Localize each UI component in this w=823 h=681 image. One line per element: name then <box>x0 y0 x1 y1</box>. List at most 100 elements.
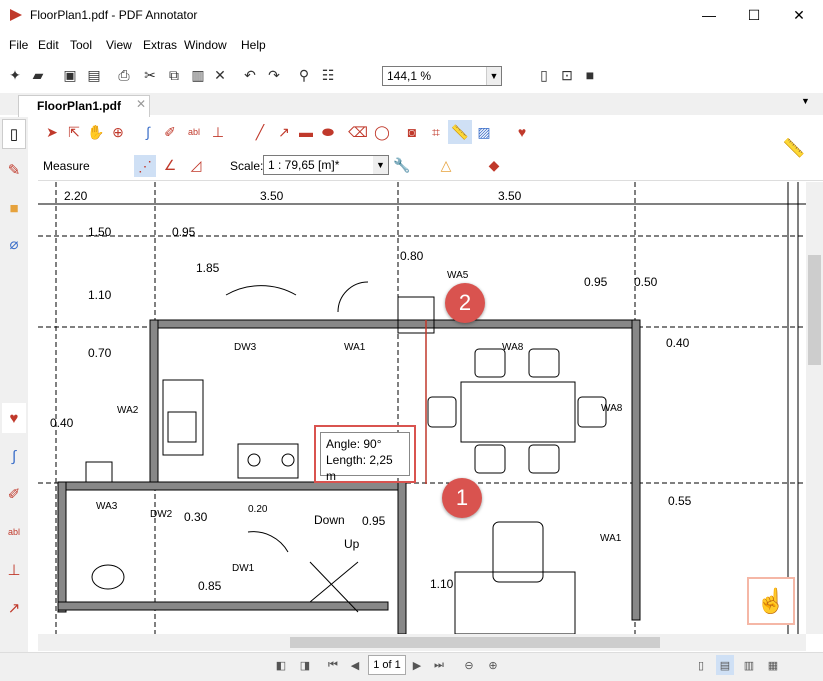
fit-page-icon[interactable]: ⊡ <box>557 65 577 85</box>
scale-dropdown-icon[interactable]: ▼ <box>373 156 388 174</box>
close-button[interactable]: ✕ <box>776 0 822 30</box>
first-page-icon[interactable]: ⏮ <box>324 655 342 675</box>
dim-label: 1.10 <box>88 288 112 302</box>
pin-icon[interactable]: ✎ <box>2 155 26 185</box>
plan-tag: DW1 <box>232 563 255 574</box>
tag-icon[interactable]: ◆ <box>484 155 504 175</box>
dim-label: 0.50 <box>634 275 658 289</box>
measure-line-icon[interactable]: ⋰ <box>134 155 156 177</box>
undo-icon[interactable]: ↶ <box>240 65 260 85</box>
minimize-button[interactable]: — <box>686 0 732 30</box>
continuous-view-icon[interactable]: ▤ <box>716 655 734 675</box>
dim-label: 0.70 <box>88 346 112 360</box>
dim-label: 0.20 <box>248 504 268 515</box>
maximize-button[interactable]: ☐ <box>731 0 777 30</box>
pen-icon[interactable]: ∫ <box>2 441 26 471</box>
save-as-icon[interactable]: ▤ <box>84 65 104 85</box>
ellipse-tool-icon[interactable]: ⬬ <box>318 122 338 142</box>
favorites-tool-icon[interactable]: ♥ <box>512 122 532 142</box>
two-page-view-icon[interactable]: ▥ <box>740 655 758 675</box>
vertical-scroll-thumb[interactable] <box>808 255 821 365</box>
eraser-icon[interactable]: ⌫ <box>348 122 368 142</box>
delete-icon[interactable]: ✕ <box>210 65 230 85</box>
vertical-scrollbar[interactable] <box>806 182 823 634</box>
rectangle-tool-icon[interactable]: ▬ <box>296 122 316 142</box>
text-tool-icon[interactable]: abl <box>184 122 204 142</box>
tab-close-icon[interactable]: ✕ <box>136 97 146 111</box>
stamp-icon[interactable]: ⊥ <box>2 555 26 585</box>
save-icon[interactable]: ▣ <box>60 65 80 85</box>
arrow-icon[interactable]: ↗ <box>2 593 26 623</box>
document-tab[interactable]: FloorPlan1.pdf <box>18 95 150 117</box>
find-icon[interactable]: ⚲ <box>294 65 314 85</box>
select-arrow-icon[interactable]: ➤ <box>42 122 62 142</box>
next-page-icon[interactable]: ▶ <box>408 655 426 675</box>
fullscreen-icon[interactable]: ■ <box>580 65 600 85</box>
arrow-tool-icon[interactable]: ↗ <box>274 122 294 142</box>
menu-tool[interactable]: Tool <box>70 38 92 52</box>
last-page-icon[interactable]: ⏭ <box>430 655 448 675</box>
dim-label: 0.30 <box>184 510 208 524</box>
ruler-tool-icon[interactable]: 📏 <box>448 120 472 144</box>
menu-edit[interactable]: Edit <box>38 38 59 52</box>
measure-angle-icon[interactable]: ∠ <box>160 155 180 175</box>
document-canvas[interactable]: 2.20 3.50 3.50 1.50 0.95 1.85 0.80 0.95 … <box>38 182 806 634</box>
next-view-icon[interactable]: ◨ <box>296 655 314 675</box>
attachment-icon[interactable]: ⌀ <box>2 229 26 259</box>
measure-area-icon[interactable]: ◿ <box>186 155 206 175</box>
dim-label: 0.95 <box>362 514 386 528</box>
line-tool-icon[interactable]: ╱ <box>250 122 270 142</box>
grid-view-icon[interactable]: ▦ <box>764 655 782 675</box>
text-box-icon[interactable]: abl <box>2 517 26 547</box>
dim-label: 1.85 <box>196 261 220 275</box>
lasso-icon[interactable]: ◯ <box>372 122 392 142</box>
horizontal-scroll-thumb[interactable] <box>290 637 660 648</box>
note-icon[interactable]: ■ <box>2 193 26 223</box>
settings-wrench-icon[interactable]: 🔧 <box>392 155 412 175</box>
menu-extras[interactable]: Extras <box>143 38 177 52</box>
dim-label: 0.80 <box>400 249 424 263</box>
insert-image-icon[interactable]: ▨ <box>474 122 494 142</box>
back-icon[interactable]: ⊖ <box>460 655 478 675</box>
cut-icon[interactable]: ✂ <box>140 65 160 85</box>
tab-menu-icon[interactable]: ▼ <box>801 96 810 106</box>
favorites-icon[interactable]: ♥ <box>2 403 26 433</box>
pen-tool-icon[interactable]: ∫ <box>138 122 158 142</box>
prev-page-icon[interactable]: ◀ <box>346 655 364 675</box>
zoom-input[interactable]: 144,1 % <box>382 66 502 86</box>
open-folder-icon[interactable]: ▰ <box>28 65 48 85</box>
menu-window[interactable]: Window <box>184 38 227 52</box>
copy-icon[interactable]: ⧉ <box>164 65 184 85</box>
highlighter-tool-icon[interactable]: ✐ <box>160 122 180 142</box>
print-icon[interactable]: ⎙ <box>114 65 134 85</box>
plan-text: Up <box>344 537 360 551</box>
menu-view[interactable]: View <box>106 38 132 52</box>
calibrate-icon[interactable]: △ <box>436 155 456 175</box>
touch-hand-icon[interactable]: ☝ <box>747 577 795 625</box>
camera-icon[interactable]: ◙ <box>402 122 422 142</box>
new-icon[interactable]: ✦ <box>5 65 25 85</box>
menu-help[interactable]: Help <box>241 38 266 52</box>
single-page-view-icon[interactable]: ▯ <box>692 655 710 675</box>
menu-file[interactable]: File <box>9 38 28 52</box>
redo-icon[interactable]: ↷ <box>264 65 284 85</box>
paste-icon[interactable]: ▥ <box>188 65 208 85</box>
plan-tag: WA2 <box>117 405 139 416</box>
scale-input[interactable]: 1 : 79,65 [m]* <box>263 155 389 175</box>
zoom-dropdown-icon[interactable]: ▼ <box>486 67 501 85</box>
select-text-icon[interactable]: ⇱ <box>64 122 84 142</box>
crop-icon[interactable]: ⌗ <box>426 122 446 142</box>
magnifier-icon[interactable]: ⊕ <box>108 122 128 142</box>
plan-tag: WA5 <box>447 270 469 281</box>
measurement-tooltip: Angle: 90° Length: 2,25 m <box>320 432 410 483</box>
length-readout: Length: 2,25 m <box>326 453 393 483</box>
forward-icon[interactable]: ⊕ <box>484 655 502 675</box>
page-thumbnail-icon[interactable]: ▯ <box>2 119 26 149</box>
hand-icon[interactable]: ✋ <box>86 122 106 142</box>
page-indicator[interactable]: 1 of 1 <box>368 655 406 675</box>
prev-view-icon[interactable]: ◧ <box>272 655 290 675</box>
stamp-tool-icon[interactable]: ⊥ <box>208 122 228 142</box>
toc-icon[interactable]: ☷ <box>318 65 338 85</box>
single-page-icon[interactable]: ▯ <box>534 65 554 85</box>
highlighter-icon[interactable]: ✐ <box>2 479 26 509</box>
